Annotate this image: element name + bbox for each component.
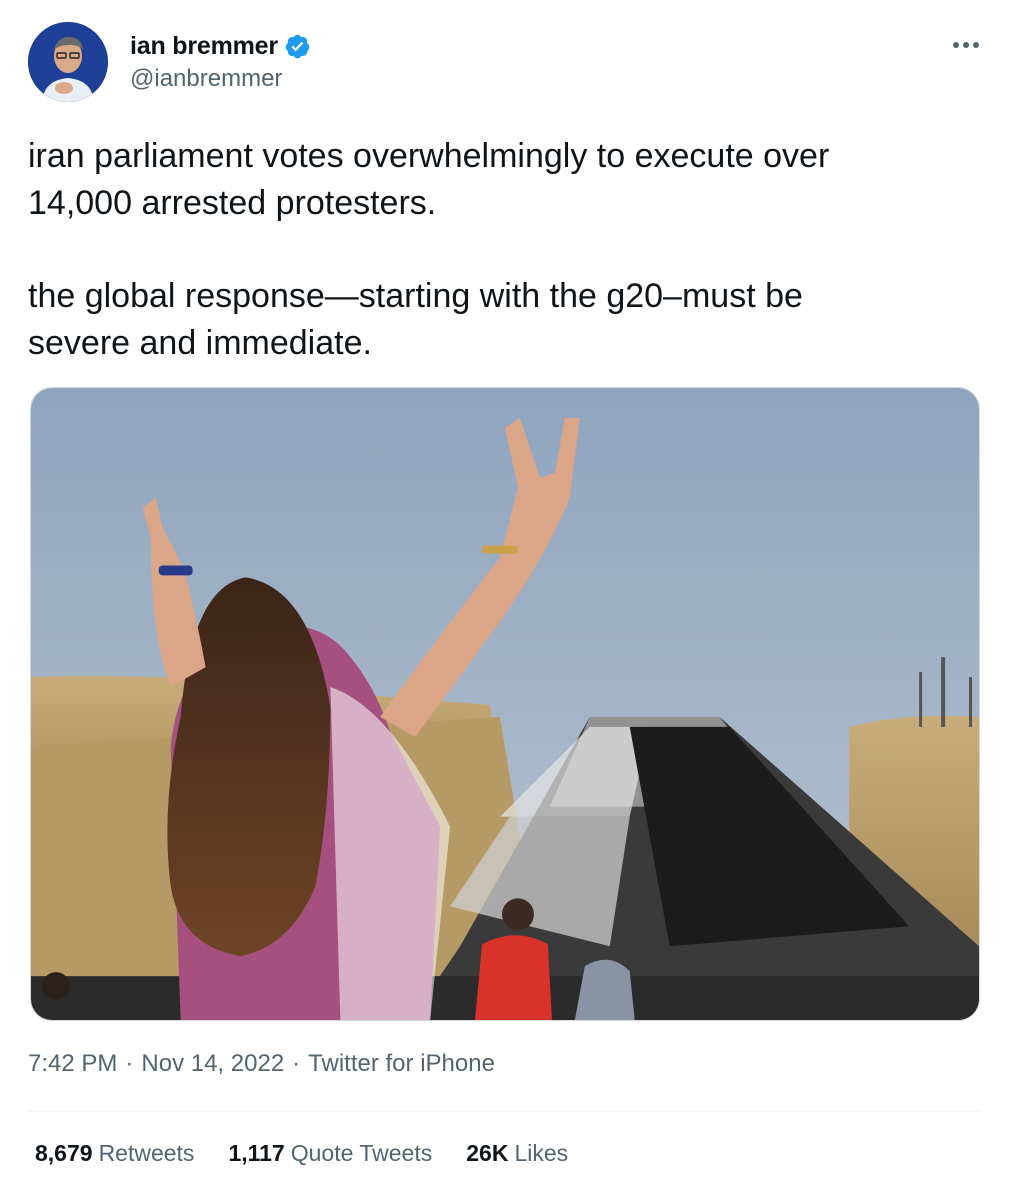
tweet-text-paragraph-1: iran parliament votes overwhelmingly to … bbox=[28, 137, 830, 222]
tweet: ian bremmer @ianbremmer iran parliament … bbox=[0, 0, 1014, 1200]
avatar[interactable] bbox=[28, 22, 108, 102]
tweet-time[interactable]: 7:42 PM bbox=[28, 1050, 117, 1078]
tweet-photo[interactable] bbox=[30, 387, 980, 1021]
meta-separator: · bbox=[125, 1050, 134, 1077]
engagement-stats: 8,679 Retweets 1,117 Quote Tweets 26K Li… bbox=[35, 1140, 602, 1167]
quote-tweets-stat[interactable]: 1,117 Quote Tweets bbox=[228, 1140, 432, 1167]
quote-tweets-count: 1,117 bbox=[228, 1140, 285, 1166]
meta-separator: · bbox=[292, 1050, 301, 1077]
tweet-text-paragraph-2: the global response—starting with the g2… bbox=[28, 277, 803, 362]
author-name[interactable]: ian bremmer bbox=[130, 32, 278, 61]
tweet-date[interactable]: Nov 14, 2022 bbox=[141, 1050, 284, 1078]
tweet-source[interactable]: Twitter for iPhone bbox=[308, 1050, 495, 1078]
tweet-meta: 7:42 PM · Nov 14, 2022 · Twitter for iPh… bbox=[28, 1050, 495, 1078]
retweets-label: Retweets bbox=[98, 1140, 195, 1166]
verified-badge-icon bbox=[284, 33, 311, 60]
author-handle[interactable]: @ianbremmer bbox=[130, 65, 282, 93]
likes-count: 26K bbox=[466, 1140, 509, 1166]
retweets-stat[interactable]: 8,679 Retweets bbox=[35, 1140, 194, 1167]
divider bbox=[28, 1111, 982, 1112]
likes-stat[interactable]: 26K Likes bbox=[466, 1140, 568, 1167]
author-name-row[interactable]: ian bremmer bbox=[130, 29, 311, 63]
more-options-icon[interactable] bbox=[946, 30, 986, 60]
likes-label: Likes bbox=[514, 1140, 569, 1166]
quote-tweets-label: Quote Tweets bbox=[290, 1140, 433, 1166]
retweets-count: 8,679 bbox=[35, 1140, 93, 1166]
